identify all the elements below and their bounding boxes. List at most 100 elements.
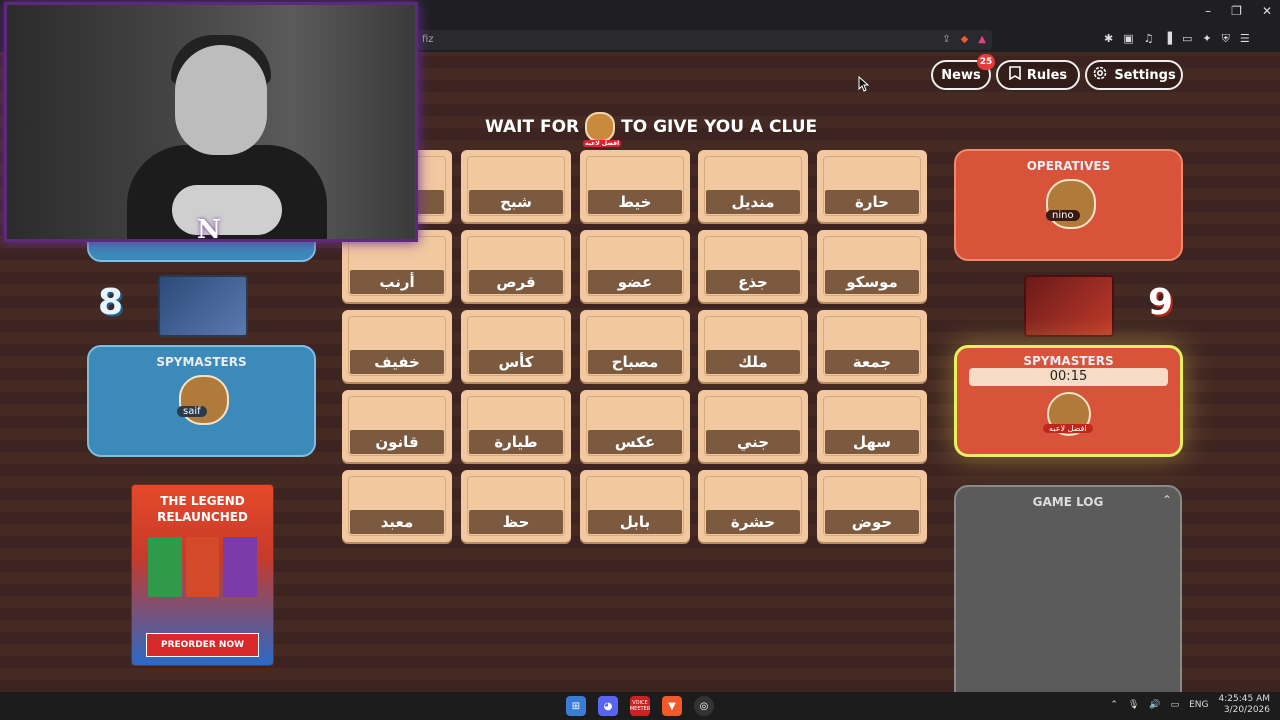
promo-game-boxes xyxy=(148,537,258,597)
word-card[interactable]: موسكو xyxy=(817,230,927,302)
word-card[interactable]: عكس xyxy=(580,390,690,462)
blue-spymasters-title: SPYMASTERS xyxy=(156,355,247,369)
vpn-icon[interactable]: ⛨ xyxy=(1222,32,1230,46)
clock-time: 4:25:45 AM xyxy=(1218,694,1270,704)
word-card[interactable]: سهل xyxy=(817,390,927,462)
word-card-label: جذع xyxy=(706,270,800,294)
promo-line2: RELAUNCHED xyxy=(157,510,248,524)
mouse-cursor-icon xyxy=(858,75,870,96)
word-card-label: جني xyxy=(706,430,800,454)
blue-spymasters-panel: SPYMASTERS saif xyxy=(87,345,316,457)
language-indicator[interactable]: ENG xyxy=(1189,700,1208,710)
battery-icon[interactable]: ▭ xyxy=(1171,700,1180,710)
menu-icon[interactable]: ☰ xyxy=(1240,32,1250,46)
settings-button[interactable]: Settings xyxy=(1085,60,1183,90)
clock[interactable]: 4:25:45 AM 3/20/2026 xyxy=(1219,694,1270,716)
word-card-label: حوض xyxy=(825,510,919,534)
word-card-label: قانون xyxy=(350,430,444,454)
share-icon[interactable]: ⇪ xyxy=(942,30,950,50)
game-log-panel[interactable]: GAME LOG ⌃ xyxy=(954,485,1182,695)
word-card-label: حشرة xyxy=(706,510,800,534)
word-card-label: منديل xyxy=(706,190,800,214)
extensions-icon[interactable]: ✱ xyxy=(1104,32,1113,46)
red-spymasters-title: SPYMASTERS xyxy=(1023,354,1114,368)
word-card[interactable]: قانون xyxy=(342,390,452,462)
word-card-label: كأس xyxy=(469,350,563,374)
rules-button[interactable]: Rules xyxy=(996,60,1080,90)
minimize-button[interactable]: – xyxy=(1205,4,1211,18)
promo-banner[interactable]: THE LEGEND RELAUNCHED PREORDER NOW xyxy=(131,484,274,666)
word-card[interactable]: معبد xyxy=(342,470,452,542)
word-card[interactable]: حشرة xyxy=(698,470,808,542)
preorder-button[interactable]: PREORDER NOW xyxy=(146,633,259,657)
promo-line1: THE LEGEND xyxy=(160,494,245,508)
word-card-label: خفيف xyxy=(350,350,444,374)
clock-date: 3/20/2026 xyxy=(1223,705,1270,715)
microphone-icon[interactable]: 🎙 xyxy=(1128,700,1139,710)
word-card[interactable]: جني xyxy=(698,390,808,462)
rules-label: Rules xyxy=(1026,67,1068,83)
brave-rewards-icon[interactable]: ▲ xyxy=(978,30,986,50)
word-card[interactable]: مصباح xyxy=(580,310,690,382)
spymaster-avatar-icon: افضل لاعبه xyxy=(583,112,622,147)
brave-browser-icon[interactable]: ▼ xyxy=(662,696,682,716)
word-card[interactable]: جمعة xyxy=(817,310,927,382)
sidebar-icon[interactable]: ▐ xyxy=(1164,32,1172,46)
nino-avatar-icon[interactable] xyxy=(1046,179,1096,229)
avatar-tag: افضل لاعبه xyxy=(583,140,622,147)
clue-banner: WAIT FOR افضل لاعبه TO GIVE YOU A CLUE xyxy=(485,112,817,147)
taskbar: ⊞ ◕ VOICE MEETER ▼ ◎ ⌃ 🎙 🔊 ▭ ENG 4:25:45… xyxy=(0,692,1280,720)
red-operatives-title: OPERATIVES xyxy=(1026,159,1111,173)
word-card[interactable]: عضو xyxy=(580,230,690,302)
word-card-label: طيارة xyxy=(469,430,563,454)
word-card[interactable]: حظ xyxy=(461,470,571,542)
voicemeeter-icon[interactable]: VOICE MEETER xyxy=(630,696,650,716)
screenshot-icon[interactable]: ▣ xyxy=(1123,32,1133,46)
word-card[interactable]: منديل xyxy=(698,150,808,222)
red-operatives-panel: OPERATIVES nino xyxy=(954,149,1183,261)
speaker-icon[interactable]: 🔊 xyxy=(1149,700,1160,710)
restore-button[interactable]: ❐ xyxy=(1231,4,1242,18)
word-card[interactable]: طيارة xyxy=(461,390,571,462)
word-card[interactable]: قرص xyxy=(461,230,571,302)
window-controls: – ❐ ✕ xyxy=(1205,4,1272,18)
word-card[interactable]: بابل xyxy=(580,470,690,542)
obs-icon[interactable]: ◎ xyxy=(694,696,714,716)
news-button[interactable]: News 25 xyxy=(931,54,995,90)
word-card[interactable]: حارة xyxy=(817,150,927,222)
media-icon[interactable]: ♫ xyxy=(1144,32,1154,46)
blue-score: 8 xyxy=(98,282,124,323)
brave-shield-icon[interactable]: ◆ xyxy=(961,30,969,50)
red-operative-name: nino xyxy=(1046,210,1080,221)
red-score: 9 xyxy=(1148,282,1174,323)
word-card[interactable]: جذع xyxy=(698,230,808,302)
word-card[interactable]: حوض xyxy=(817,470,927,542)
close-window-button[interactable]: ✕ xyxy=(1262,4,1272,18)
leo-ai-icon[interactable]: ✦ xyxy=(1202,32,1211,46)
word-card-label: حارة xyxy=(825,190,919,214)
word-card-label: قرص xyxy=(469,270,563,294)
word-card-label: موسكو xyxy=(825,270,919,294)
word-card[interactable]: خيط xyxy=(580,150,690,222)
word-card[interactable]: كأس xyxy=(461,310,571,382)
tray-overflow-chevron-icon[interactable]: ⌃ xyxy=(1110,700,1118,710)
saif-avatar-icon[interactable] xyxy=(179,375,229,425)
wallet-icon[interactable]: ▭ xyxy=(1182,32,1192,46)
discord-icon[interactable]: ◕ xyxy=(598,696,618,716)
streamer-logo: N xyxy=(197,215,221,242)
blue-spymaster-name: saif xyxy=(177,406,207,417)
start-windows-icon[interactable]: ⊞ xyxy=(566,696,586,716)
word-card-label: ملك xyxy=(706,350,800,374)
word-card-label: معبد xyxy=(350,510,444,534)
red-spymasters-panel: SPYMASTERS 00:15 افضل لاعبه xyxy=(954,345,1183,457)
gear-icon xyxy=(1092,65,1108,85)
word-card[interactable]: شبح xyxy=(461,150,571,222)
word-card-label: حظ xyxy=(469,510,563,534)
word-card-label: جمعة xyxy=(825,350,919,374)
red-spymaster-portrait xyxy=(1024,275,1114,337)
address-bar[interactable]: fiz ⇪ ◆ ▲ xyxy=(416,30,992,50)
word-card-label: بابل xyxy=(588,510,682,534)
collapse-chevron-icon[interactable]: ⌃ xyxy=(1162,493,1172,507)
word-card[interactable]: ملك xyxy=(698,310,808,382)
word-card[interactable]: خفيف xyxy=(342,310,452,382)
